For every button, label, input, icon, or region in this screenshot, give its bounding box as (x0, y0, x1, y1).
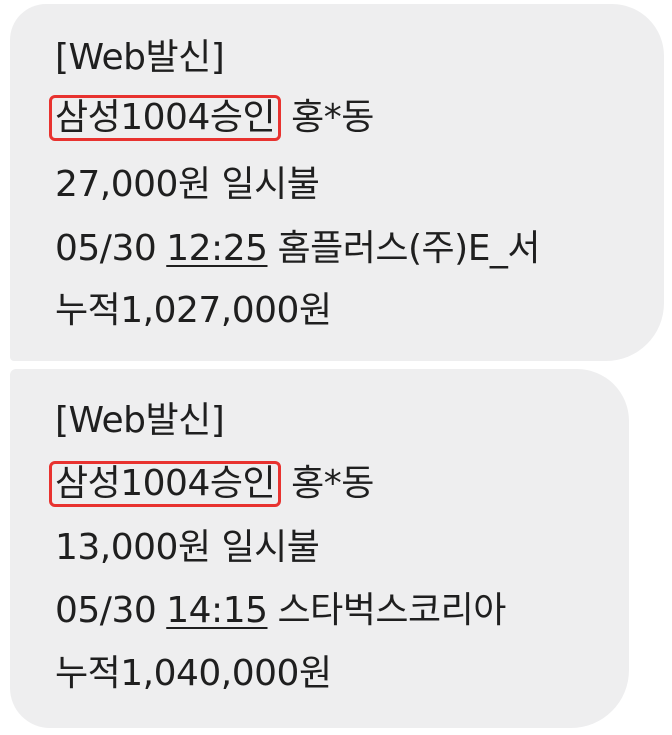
cumulative-amount: 누적1,040,000원 (55, 653, 332, 694)
merchant-name: 스타벅스코리아 (277, 590, 507, 631)
transaction-time-link[interactable]: 14:15 (166, 590, 268, 631)
transaction-time-link[interactable]: 12:25 (166, 228, 268, 269)
transaction-date: 05/30 (55, 590, 157, 631)
cardholder-name: 홍*동 (291, 463, 374, 504)
approval-line: 삼성1004승인 홍*동 (49, 95, 374, 141)
cumulative-amount: 누적1,027,000원 (55, 290, 332, 331)
transaction-line: 05/30 12:25 홈플러스(주)E_서 (55, 227, 541, 271)
message-bubble-2[interactable]: [Web발신] 삼성1004승인 홍*동 13,000원 일시불 05/30 14:… (10, 369, 629, 728)
approval-highlight: 삼성1004승인 (49, 461, 282, 507)
transaction-date: 05/30 (55, 228, 157, 269)
cardholder-name: 홍*동 (291, 97, 374, 138)
message-header: [Web발신] (55, 400, 225, 441)
message-bubble-1[interactable]: [Web발신] 삼성1004승인 홍*동 27,000원 일시불 05/30 12:… (10, 4, 664, 361)
approval-line: 삼성1004승인 홍*동 (49, 461, 374, 507)
message-header: [Web발신] (55, 37, 225, 78)
amount-line: 13,000원 일시불 (55, 527, 320, 568)
amount-line: 27,000원 일시불 (55, 164, 320, 205)
transaction-line: 05/30 14:15 스타벅스코리아 (55, 589, 506, 633)
approval-highlight: 삼성1004승인 (49, 95, 282, 141)
merchant-name: 홈플러스(주)E_서 (277, 228, 541, 269)
